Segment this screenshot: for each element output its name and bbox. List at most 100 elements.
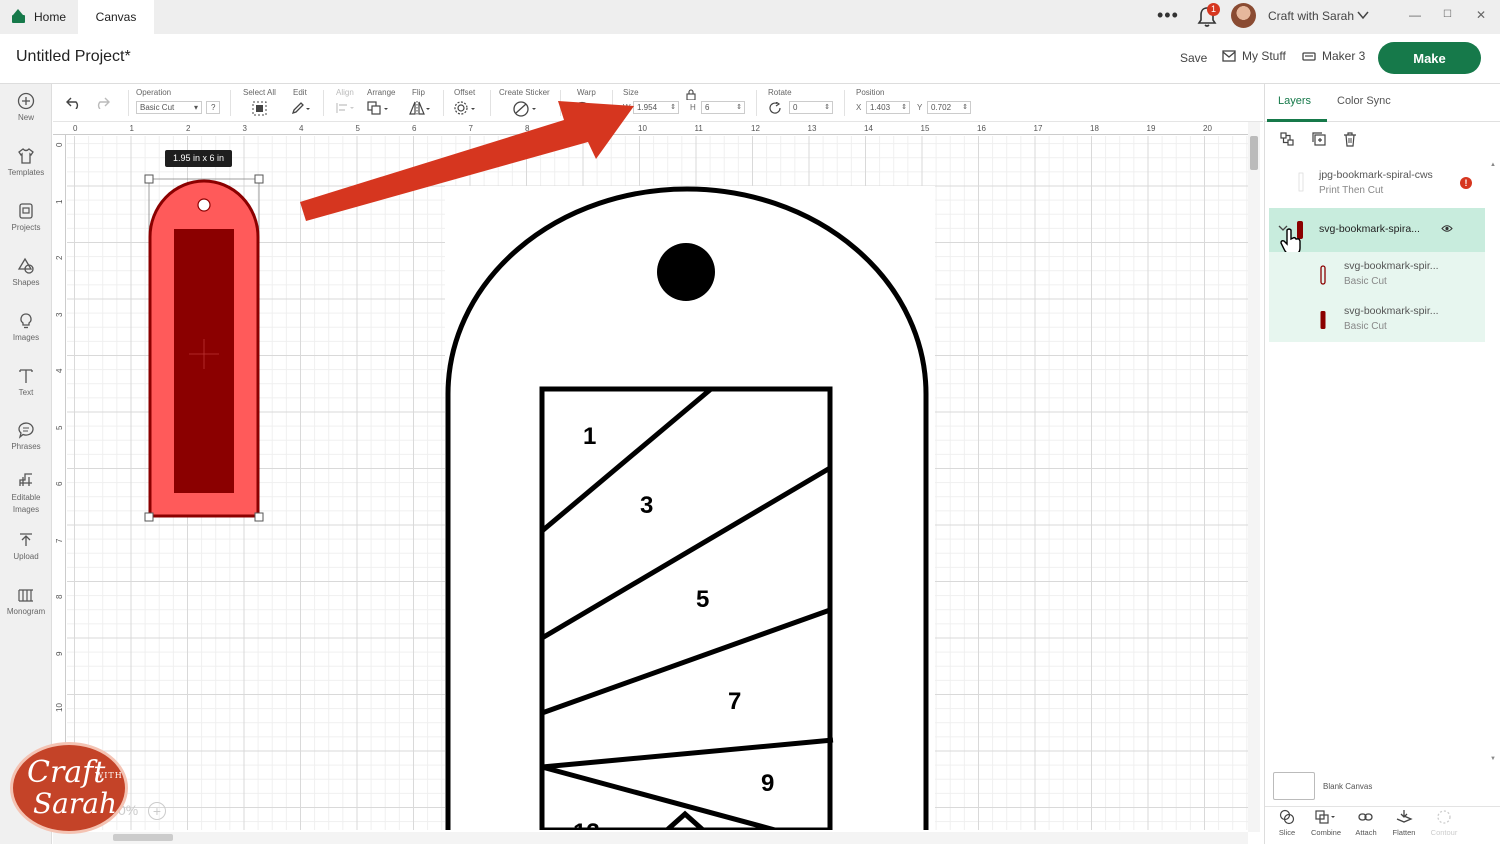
- speech-bubble-icon: [18, 422, 34, 439]
- flatten-icon: [1396, 810, 1413, 823]
- stepper-icon[interactable]: ⇕: [901, 102, 907, 113]
- avatar[interactable]: [1231, 3, 1256, 28]
- redo-icon[interactable]: [94, 97, 110, 109]
- ruler-tick-label: 20: [1203, 124, 1212, 133]
- sidebar-item-text[interactable]: Text: [0, 367, 52, 397]
- logo-text-sarah: Sarah: [33, 787, 117, 820]
- preview-number: 3: [640, 492, 653, 519]
- combine-icon: [1315, 810, 1335, 824]
- sidebar-item-templates[interactable]: Templates: [0, 147, 52, 177]
- sidebar-item-images[interactable]: Images: [0, 312, 52, 342]
- logo-text-craft: Craft: [27, 755, 106, 790]
- sidebar-item-monogram[interactable]: Monogram: [0, 586, 52, 616]
- tab-canvas[interactable]: Canvas: [78, 0, 154, 34]
- stepper-icon[interactable]: ⇕: [670, 102, 676, 113]
- sidebar-item-label: Shapes: [12, 278, 40, 287]
- layer-operation: Basic Cut: [1344, 321, 1387, 332]
- eye-icon[interactable]: [1441, 224, 1453, 233]
- my-stuff-button[interactable]: My Stuff: [1222, 49, 1286, 63]
- logo-text-with: WITH: [95, 771, 123, 780]
- y-label: Y: [917, 103, 923, 112]
- project-title[interactable]: Untitled Project*: [16, 48, 131, 66]
- shirt-icon: [18, 148, 34, 164]
- x-label: X: [856, 103, 862, 112]
- sidebar-item-shapes[interactable]: Shapes: [0, 257, 52, 287]
- rotate-icon: [769, 102, 781, 114]
- sidebar-item-label: Phrases: [11, 442, 41, 451]
- group-icon[interactable]: [1279, 131, 1295, 147]
- horizontal-scrollbar[interactable]: [53, 832, 1248, 844]
- vertical-scroll-thumb[interactable]: [1250, 136, 1258, 170]
- bookmark-print-preview[interactable]: 1 3 5 7 9 13: [445, 186, 935, 830]
- sidebar-item-editable-images[interactable]: Editable Images: [0, 471, 52, 516]
- close-window-button[interactable]: ✕: [1476, 8, 1486, 22]
- layer-thumbnail-icon: [1298, 172, 1304, 192]
- warning-icon[interactable]: !: [1460, 177, 1472, 189]
- slice-button[interactable]: Slice: [1267, 809, 1307, 837]
- duplicate-icon[interactable]: [1311, 131, 1327, 147]
- stepper-icon[interactable]: ⇕: [824, 102, 830, 113]
- ruler-vertical: 0 1 2 3 4 5 6 7 8 9 10: [53, 135, 66, 835]
- tab-home[interactable]: Home: [0, 0, 78, 34]
- y-position-input[interactable]: 0.702 ⇕: [927, 101, 971, 114]
- attach-button[interactable]: Attach: [1346, 809, 1386, 837]
- contour-button[interactable]: Contour: [1424, 809, 1464, 837]
- attach-icon: [1358, 813, 1373, 821]
- save-button[interactable]: Save: [1180, 51, 1207, 65]
- sidebar-item-upload[interactable]: Upload: [0, 531, 52, 561]
- undo-icon[interactable]: [66, 97, 82, 109]
- tab-layers[interactable]: Layers: [1278, 95, 1311, 107]
- bookmark-selected-design[interactable]: [143, 173, 267, 525]
- height-input[interactable]: 6 ⇕: [701, 101, 745, 114]
- operation-select[interactable]: Basic Cut ▾: [136, 101, 202, 114]
- attach-label: Attach: [1355, 828, 1377, 837]
- stepper-icon[interactable]: ⇕: [736, 102, 742, 113]
- vertical-scrollbar[interactable]: [1248, 122, 1260, 832]
- ruler-tick-label: 10: [55, 703, 64, 712]
- more-options-icon[interactable]: •••: [1157, 6, 1179, 24]
- rotate-input[interactable]: 0 ⇕: [789, 101, 833, 114]
- x-position-input[interactable]: 1.403 ⇕: [866, 101, 910, 114]
- preview-number: 5: [696, 586, 709, 613]
- minimize-button[interactable]: —: [1409, 8, 1421, 22]
- toolbar-divider: [230, 90, 231, 116]
- horizontal-scroll-thumb[interactable]: [113, 834, 173, 841]
- layer-item-svg-outline[interactable]: svg-bookmark-spir... Basic Cut: [1269, 252, 1485, 297]
- blank-canvas-swatch[interactable]: [1273, 772, 1315, 800]
- tab-color-sync[interactable]: Color Sync: [1337, 95, 1391, 107]
- trash-icon[interactable]: [1342, 131, 1358, 147]
- tab-home-label: Home: [34, 10, 67, 24]
- ruler-tick-label: 18: [1090, 124, 1099, 133]
- zoom-in-button[interactable]: +: [148, 802, 166, 820]
- projects-icon: [19, 203, 33, 219]
- ruler-horizontal: 01234567891011121314151617181920: [53, 122, 1248, 135]
- sidebar-item-phrases[interactable]: Phrases: [0, 421, 52, 451]
- sidebar-item-new[interactable]: New: [0, 92, 52, 122]
- layer-thumbnail-icon: [1320, 265, 1326, 285]
- bulb-icon: [20, 313, 32, 329]
- machine-label: Maker 3: [1322, 49, 1366, 63]
- sidebar-item-projects[interactable]: Projects: [0, 202, 52, 232]
- layer-item-svg-fill[interactable]: svg-bookmark-spir... Basic Cut: [1269, 297, 1485, 342]
- combine-button[interactable]: Combine: [1306, 809, 1346, 837]
- lock-icon[interactable]: [686, 89, 696, 100]
- plus-circle-icon: [17, 92, 35, 110]
- layer-group-svg[interactable]: svg-bookmark-spira...: [1269, 208, 1485, 255]
- user-name[interactable]: Craft with Sarah: [1268, 9, 1354, 23]
- make-button[interactable]: Make: [1378, 42, 1481, 74]
- notification-badge: 1: [1207, 3, 1220, 16]
- layer-item-jpg[interactable]: jpg-bookmark-spiral-cws Print Then Cut !: [1269, 158, 1485, 206]
- panel-scroll-down-icon[interactable]: ▼: [1490, 756, 1496, 762]
- chevron-down-icon[interactable]: [1357, 9, 1369, 21]
- combine-label: Combine: [1310, 828, 1341, 837]
- flatten-button[interactable]: Flatten: [1384, 809, 1424, 837]
- maximize-button[interactable]: ☐: [1443, 9, 1452, 20]
- select-all-icon[interactable]: [252, 101, 267, 116]
- shapes-icon: [17, 257, 34, 274]
- machine-select-button[interactable]: Maker 3: [1302, 49, 1365, 63]
- panel-scroll-up-icon[interactable]: ▲: [1490, 162, 1496, 168]
- operation-help-button[interactable]: ?: [206, 101, 220, 114]
- contour-icon: [1437, 810, 1451, 824]
- stepper-icon[interactable]: ⇕: [962, 102, 968, 113]
- preview-number: 9: [761, 770, 774, 797]
